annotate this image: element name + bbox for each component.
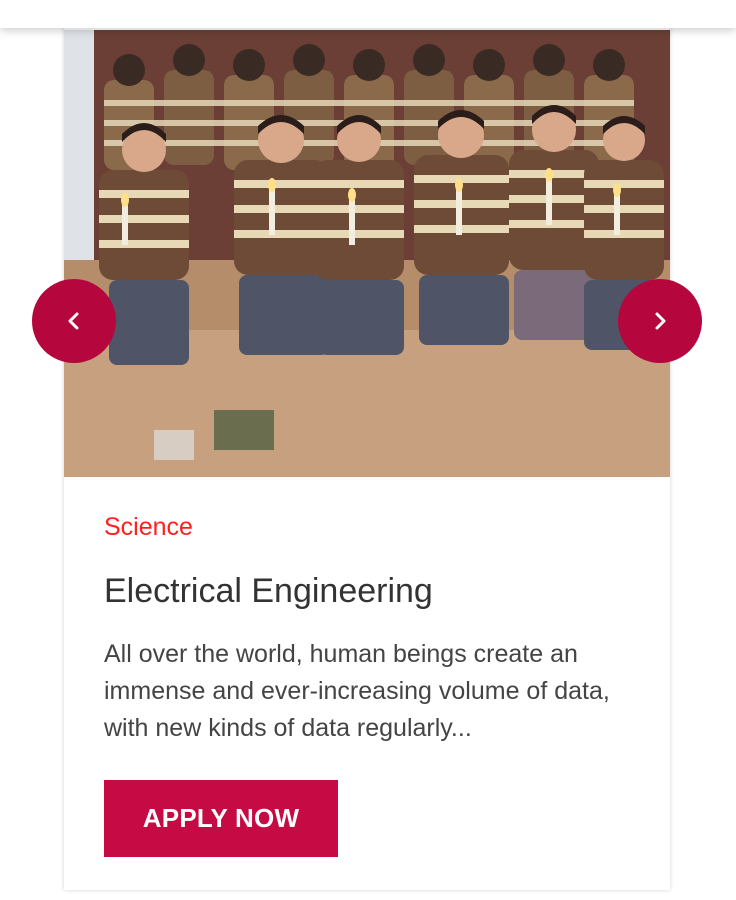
top-header-bar <box>0 0 736 28</box>
course-category: Science <box>104 513 193 541</box>
course-description: All over the world, human beings create … <box>104 640 610 742</box>
course-card: Science Electrical Engineering All over … <box>64 20 670 890</box>
chevron-right-icon <box>655 312 666 330</box>
carousel-prev-button[interactable] <box>32 279 116 363</box>
course-title[interactable]: Electrical Engineering <box>104 570 644 612</box>
apply-now-button[interactable]: APPLY NOW <box>104 780 338 857</box>
chevron-left-icon <box>68 312 79 330</box>
course-card-body: Science Electrical Engineering All over … <box>104 510 644 747</box>
carousel-next-button[interactable] <box>618 279 702 363</box>
course-image <box>64 30 670 477</box>
